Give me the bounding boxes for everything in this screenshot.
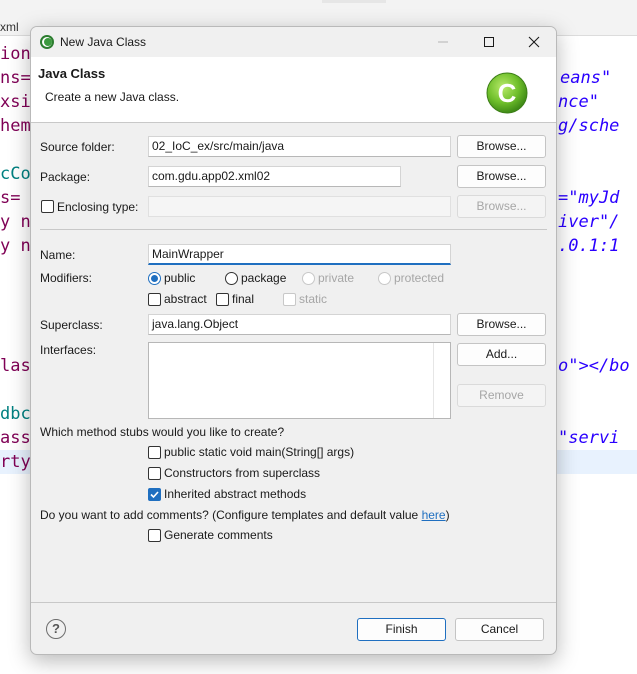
generate-comments-checkbox[interactable] — [148, 529, 161, 542]
modifier-abstract-label: abstract — [164, 292, 207, 306]
code-line: ns= — [0, 68, 31, 88]
interfaces-scrollbar[interactable] — [433, 343, 450, 418]
stub-main-label: public static void main(String[] args) — [164, 445, 355, 459]
checkmark-icon — [150, 491, 159, 499]
code-line: s= — [0, 188, 21, 208]
maximize-button[interactable] — [466, 27, 512, 57]
dialog-title: New Java Class — [60, 35, 147, 49]
superclass-browse-button[interactable]: Browse... — [457, 313, 546, 336]
help-icon[interactable]: ? — [46, 619, 66, 639]
code-line-right: g/sche — [558, 116, 620, 136]
modifier-final-checkbox[interactable] — [216, 293, 229, 306]
new-java-class-dialog: New Java Class Java Class Create a new J… — [30, 26, 557, 655]
stub-inherited-checkbox[interactable] — [148, 488, 161, 501]
modifier-final-label: final — [232, 292, 255, 306]
code-line: rty — [0, 452, 31, 472]
svg-text:C: C — [498, 78, 517, 108]
modifier-abstract-checkbox[interactable] — [148, 293, 161, 306]
name-label: Name: — [40, 248, 76, 262]
modifier-public-label: public — [164, 271, 196, 285]
close-button[interactable] — [511, 27, 556, 57]
eclipse-icon — [40, 35, 54, 49]
header-title: Java Class — [38, 66, 106, 81]
package-label: Package: — [40, 170, 91, 184]
stub-main-checkbox[interactable] — [148, 446, 161, 459]
code-line: cCo — [0, 164, 31, 184]
code-line: dbc — [0, 404, 31, 424]
code-line: y n — [0, 212, 31, 232]
code-line: las — [0, 356, 31, 376]
modifier-protected-label: protected — [394, 271, 445, 285]
minimize-button[interactable] — [420, 27, 466, 57]
modifiers-label: Modifiers: — [40, 271, 93, 285]
code-line: ass — [0, 428, 31, 448]
superclass-label: Superclass: — [40, 318, 103, 332]
stub-constructors-checkbox[interactable] — [148, 467, 161, 480]
enclosing-type-label: Enclosing type: — [57, 200, 139, 214]
code-line-right: nce" — [558, 92, 599, 112]
modifier-static-label: static — [299, 292, 328, 306]
comments-question: Do you want to add comments? (Configure … — [40, 508, 450, 522]
source-folder-field[interactable]: 02_IoC_ex/src/main/java — [148, 136, 451, 157]
package-field[interactable]: com.gdu.app02.xml02 — [148, 166, 401, 187]
enclosing-type-browse-button: Browse... — [457, 195, 546, 218]
separator — [40, 229, 547, 230]
maximize-icon — [484, 37, 494, 47]
enclosing-type-checkbox[interactable] — [41, 200, 54, 213]
editor-tab-xml[interactable]: xml — [0, 20, 19, 34]
code-line-right: iver"/ — [558, 212, 620, 232]
code-line: y n — [0, 236, 31, 256]
add-interface-button[interactable]: Add... — [457, 343, 546, 366]
comments-question-end: ) — [445, 508, 450, 522]
comments-question-text: Do you want to add comments? (Configure … — [40, 508, 422, 522]
minimize-icon — [438, 41, 448, 43]
stubs-question: Which method stubs would you like to cre… — [40, 425, 285, 439]
header-description: Create a new Java class. — [45, 90, 180, 104]
source-folder-label: Source folder: — [40, 140, 115, 154]
modifier-package-label: package — [241, 271, 287, 285]
package-browse-button[interactable]: Browse... — [457, 165, 546, 188]
superclass-field[interactable]: java.lang.Object — [148, 314, 451, 335]
modifier-package-radio[interactable] — [225, 272, 238, 285]
interfaces-label: Interfaces: — [40, 343, 97, 357]
code-line-right: eans" — [560, 68, 612, 88]
cancel-button[interactable]: Cancel — [455, 618, 544, 641]
modifier-static-checkbox — [283, 293, 296, 306]
footer-separator — [31, 602, 556, 603]
code-line-right: o"></bo — [558, 356, 630, 376]
interfaces-list[interactable] — [148, 342, 451, 419]
generate-comments-label: Generate comments — [164, 528, 273, 542]
editor-tab-strip — [322, 0, 386, 3]
enclosing-type-field — [148, 196, 451, 217]
code-line-right: "servi — [558, 428, 620, 448]
modifier-private-label: private — [318, 271, 355, 285]
stub-constructors-label: Constructors from superclass — [164, 466, 321, 480]
remove-interface-button: Remove — [457, 384, 546, 407]
modifier-public-radio[interactable] — [148, 272, 161, 285]
code-line: hem — [0, 116, 31, 136]
code-line: ion — [0, 44, 31, 64]
code-line: xsi — [0, 92, 31, 112]
java-class-logo-icon: C — [486, 72, 528, 114]
dialog-header: Java Class Create a new Java class. C — [31, 57, 556, 123]
stub-inherited-label: Inherited abstract methods — [164, 487, 307, 501]
finish-button[interactable]: Finish — [357, 618, 446, 641]
dialog-title-bar[interactable]: New Java Class — [31, 27, 556, 57]
modifier-protected-radio — [378, 272, 391, 285]
modifier-private-radio — [302, 272, 315, 285]
code-line-right: ="myJd — [558, 188, 620, 208]
close-icon — [528, 36, 540, 48]
code-line-right: .0.1:1 — [558, 236, 620, 256]
configure-templates-link[interactable]: here — [422, 508, 446, 522]
source-folder-browse-button[interactable]: Browse... — [457, 135, 546, 158]
name-field[interactable]: MainWrapper — [148, 244, 451, 265]
